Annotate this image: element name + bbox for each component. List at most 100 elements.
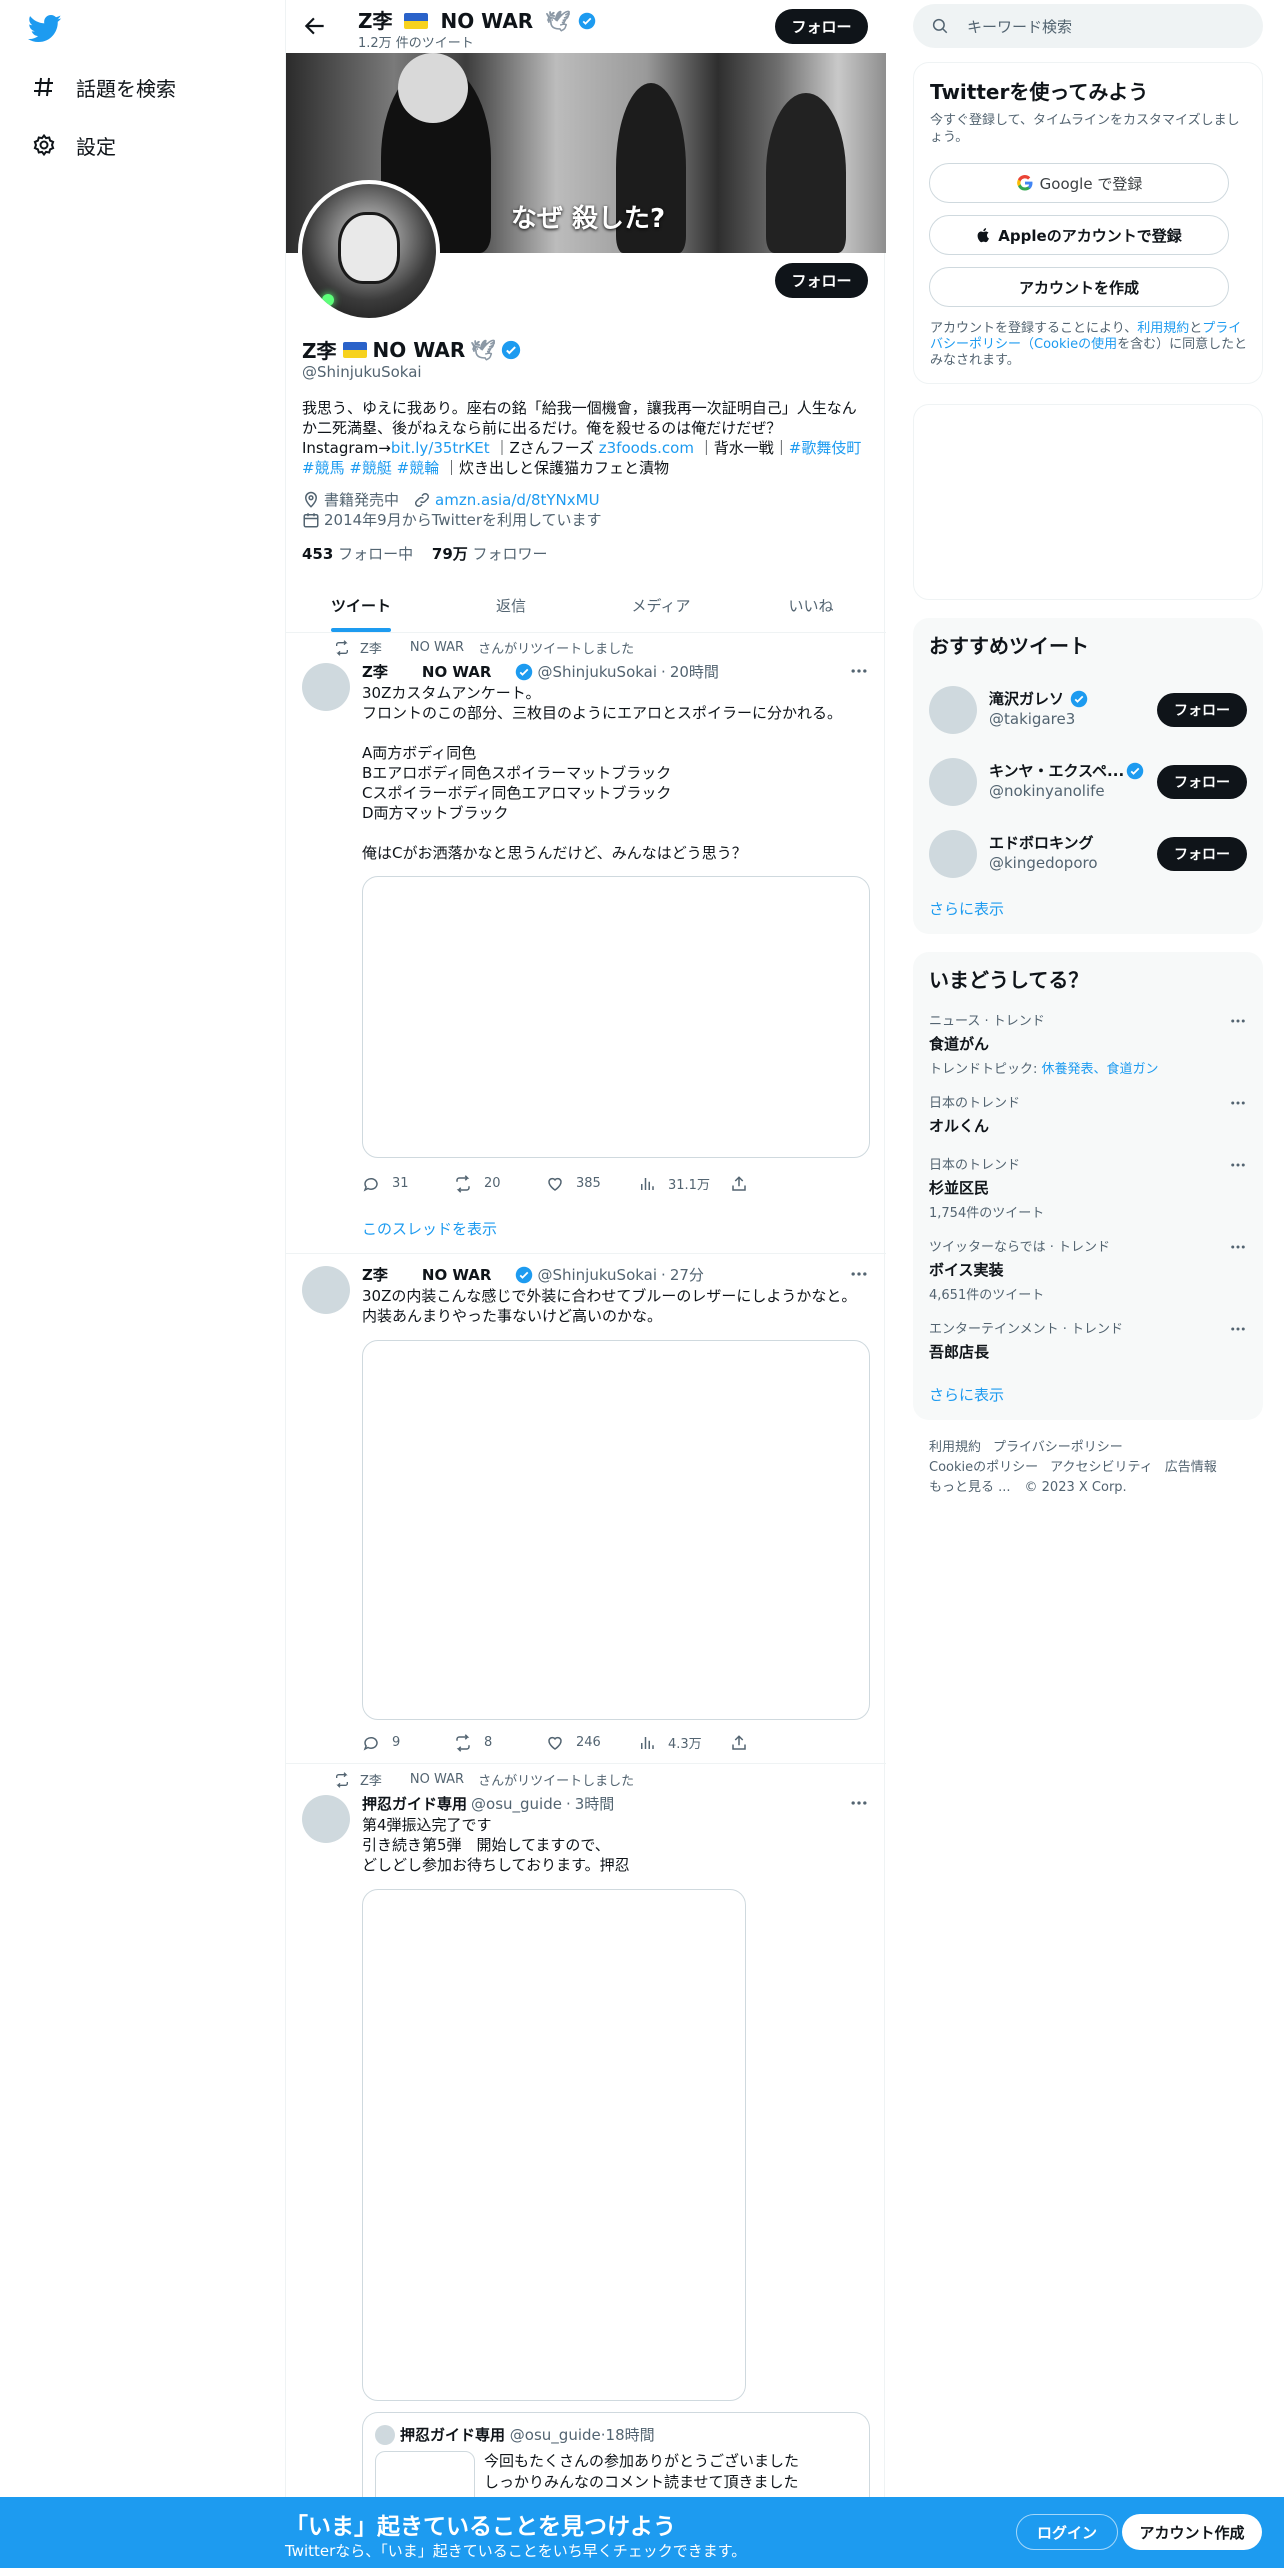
retweet-button[interactable]: 8: [454, 1733, 546, 1752]
more-options-icon[interactable]: [849, 1264, 869, 1284]
profile-handle: @ShinjukuSokai: [302, 363, 422, 381]
avatar[interactable]: [302, 1795, 350, 1843]
trend-item[interactable]: ツイッターならでは · トレンド ボイス実装 4,651件のツイート: [929, 1236, 1247, 1303]
views-button[interactable]: 4.3万: [638, 1733, 730, 1752]
trend-item[interactable]: 日本のトレンド 杉並区民 1,754件のツイート: [929, 1154, 1247, 1221]
profile-name: Z李 NO WAR 🕊: [302, 335, 521, 364]
like-button[interactable]: 385: [546, 1174, 638, 1193]
share-button[interactable]: [730, 1733, 760, 1752]
tweet-media[interactable]: [362, 1889, 746, 2401]
heart-icon: [548, 1177, 562, 1191]
tweet-header: Z李 NO WAR @ShinjukuSokai · 27分: [362, 1265, 704, 1285]
share-button[interactable]: [730, 1174, 760, 1193]
recommended-user[interactable]: エドボロキング @kingedoporo フォロー: [929, 818, 1247, 890]
footer-privacy-link[interactable]: プライバシーポリシー: [993, 1440, 1123, 1455]
like-button[interactable]: 246: [546, 1733, 638, 1752]
following-stat[interactable]: 453 フォロー中: [302, 545, 413, 563]
followers-stat[interactable]: 79万 フォロワー: [432, 545, 548, 563]
avatar[interactable]: [302, 1266, 350, 1314]
google-signup-button[interactable]: Google で登録: [929, 163, 1229, 203]
signup-button[interactable]: アカウント作成: [1122, 2514, 1262, 2550]
profile-category: 書籍発売中: [324, 491, 400, 509]
header-follow-button[interactable]: フォロー: [775, 9, 868, 44]
twitter-logo-icon[interactable]: [27, 14, 62, 44]
profile-avatar[interactable]: [298, 180, 440, 322]
footer-copyright: © 2023 X Corp.: [1024, 1480, 1127, 1495]
tab-media[interactable]: メディア: [586, 580, 736, 632]
link-icon: [413, 491, 431, 509]
more-options-icon[interactable]: [1229, 1238, 1247, 1256]
header-name: Z李 NO WAR 🕊: [358, 5, 596, 34]
follow-button[interactable]: フォロー: [1157, 837, 1247, 871]
banner-caption: なぜ 殺した?: [511, 204, 666, 234]
retweet-button[interactable]: 20: [454, 1174, 546, 1193]
apple-signup-button[interactable]: Appleのアカウントで登録: [929, 215, 1229, 255]
bottom-signup-bar: 「いま」起きていることを見つけよう Twitterなら、「いま」起きていることを…: [0, 2497, 1284, 2568]
header-tweet-count: 1.2万 件のツイート: [358, 36, 474, 51]
quote-avatar: [375, 2425, 395, 2445]
footer-links: 利用規約 プライバシーポリシー Cookieのポリシー アクセシビリティ 広告情報 も…: [929, 1438, 1249, 1498]
trends-show-more[interactable]: さらに表示: [929, 1384, 1004, 1405]
reply-button[interactable]: 31: [362, 1174, 454, 1193]
retweet-icon: [456, 1733, 470, 1752]
follow-button[interactable]: フォロー: [1157, 765, 1247, 799]
tweet[interactable]: Z李 NO WAR さんがリツイートしました 押忍ガイド専用 @osu_guide ·…: [286, 1764, 886, 2497]
recommended-user[interactable]: キンヤ・エクスペ... @nokinyanolife フォロー: [929, 746, 1247, 818]
retweet-context: Z李 NO WAR さんがリツイートしました: [334, 638, 634, 657]
footer-ads-link[interactable]: 広告情報: [1165, 1460, 1217, 1475]
follow-button[interactable]: フォロー: [1157, 693, 1247, 727]
trend-item[interactable]: エンターテインメント · トレンド 吾郎店長: [929, 1318, 1247, 1362]
create-account-button[interactable]: アカウントを作成: [929, 267, 1229, 307]
empty-widget: [913, 404, 1263, 600]
footer-cookie-link[interactable]: Cookieのポリシー: [929, 1460, 1038, 1475]
tab-replies[interactable]: 返信: [436, 580, 586, 632]
nav-settings[interactable]: 設定: [30, 125, 116, 165]
footer-more-link[interactable]: もっと見る ...: [929, 1480, 1011, 1495]
ukraine-flag-icon: [342, 341, 367, 358]
more-options-icon[interactable]: [1229, 1012, 1247, 1030]
profile-follow-button[interactable]: フォロー: [775, 263, 868, 298]
cookie-link[interactable]: （Cookieの使用: [1021, 337, 1117, 352]
tweet-media[interactable]: [362, 1340, 870, 1720]
recommend-show-more[interactable]: さらに表示: [929, 898, 1004, 919]
quoted-tweet[interactable]: 押忍ガイド専用 @osu_guide·18時間 今回もたくさんの参加ありがとうご…: [362, 2412, 870, 2497]
search-box[interactable]: キーワード検索: [913, 4, 1263, 48]
avatar[interactable]: [929, 686, 977, 734]
profile-url-link[interactable]: amzn.asia/d/8tYNxMU: [435, 491, 600, 509]
more-options-icon[interactable]: [849, 1793, 869, 1813]
recommend-card: おすすめツイート 滝沢ガレソ @takigare3 フォロー キンヤ・エクスペ.…: [913, 618, 1263, 934]
trend-item[interactable]: 日本のトレンド オルくん: [929, 1092, 1247, 1136]
bio-instagram-link[interactable]: bit.ly/35trKEt: [391, 439, 490, 457]
more-options-icon[interactable]: [1229, 1156, 1247, 1174]
terms-link[interactable]: 利用規約: [1137, 321, 1189, 336]
avatar[interactable]: [302, 663, 350, 711]
more-options-icon[interactable]: [1229, 1094, 1247, 1112]
views-button[interactable]: 31.1万: [638, 1174, 730, 1193]
verified-badge-icon: [578, 9, 596, 33]
retweet-icon: [336, 1771, 348, 1788]
more-options-icon[interactable]: [1229, 1320, 1247, 1338]
trends-card: いまどうしてる？ ニュース · トレンド 食道がん トレンドトピック: 休養発表…: [913, 952, 1263, 1420]
tab-likes[interactable]: いいね: [736, 580, 886, 632]
apple-icon: [977, 228, 990, 243]
tweet[interactable]: Z李 NO WAR @ShinjukuSokai · 27分 30Zの内装こんな感じで…: [286, 1254, 886, 1764]
reply-button[interactable]: 9: [362, 1733, 454, 1752]
back-arrow-icon[interactable]: [302, 13, 328, 39]
show-thread-link[interactable]: このスレッドを表示: [362, 1218, 497, 1239]
bio-shop-link[interactable]: z3foods.com: [599, 439, 694, 457]
nav-explore[interactable]: 話題を検索: [30, 67, 176, 107]
more-options-icon[interactable]: [849, 661, 869, 681]
trend-item[interactable]: ニュース · トレンド 食道がん トレンドトピック: 休養発表、食道ガン: [929, 1010, 1247, 1077]
bottom-subtitle: Twitterなら、「いま」起きていることをいち早くチェックできます。: [285, 2542, 747, 2560]
login-button[interactable]: ログイン: [1016, 2514, 1118, 2550]
tweet-media[interactable]: [362, 876, 870, 1158]
search-placeholder: キーワード検索: [967, 17, 1073, 36]
gear-icon: [30, 131, 58, 159]
tab-tweets[interactable]: ツイート: [286, 580, 436, 632]
tweet[interactable]: Z李 NO WAR さんがリツイートしました Z李 NO WAR @ShinjukuS…: [286, 633, 886, 1254]
footer-accessibility-link[interactable]: アクセシビリティ: [1050, 1460, 1153, 1475]
avatar[interactable]: [929, 830, 977, 878]
footer-terms-link[interactable]: 利用規約: [929, 1440, 981, 1455]
recommended-user[interactable]: 滝沢ガレソ @takigare3 フォロー: [929, 674, 1247, 746]
avatar[interactable]: [929, 758, 977, 806]
